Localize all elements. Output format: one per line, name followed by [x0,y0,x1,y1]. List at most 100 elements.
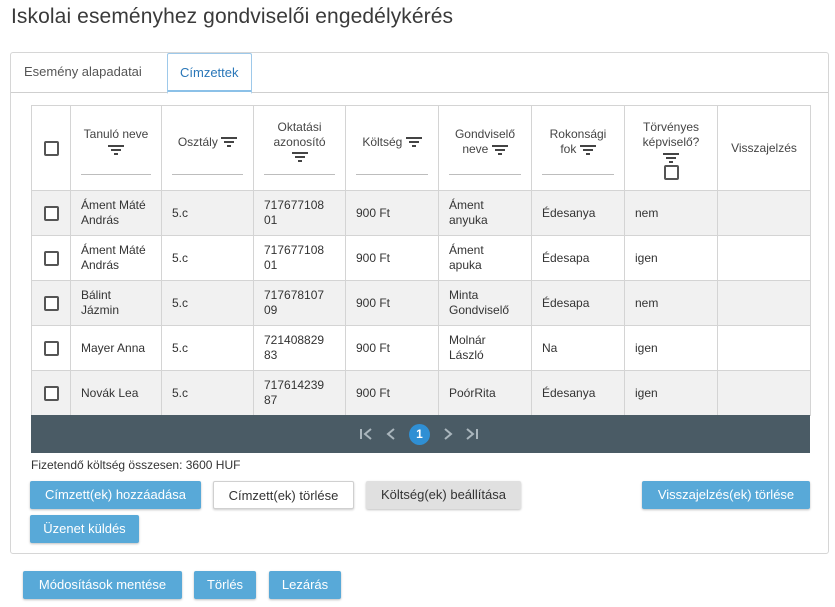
edu-id-line1: 717677108 [264,198,325,212]
class-cell: 5.c [161,235,254,281]
edu-id-cell: 717677108 01 [253,190,346,236]
edu-id-line1: 721408829 [264,333,325,347]
header-feedback-label: Visszajelzés [731,140,797,155]
feedback-cell [717,235,811,281]
student-name-cell: Áment Máté András [70,235,162,281]
close-button[interactable]: Lezárás [269,571,341,599]
feedback-cell [717,370,811,416]
tab-bar: Esemény alapadatai Címzettek [11,53,828,94]
delete-recipient-button[interactable]: Címzett(ek) törlése [213,481,354,509]
sort-icon[interactable] [405,136,422,148]
sort-icon[interactable] [663,152,679,164]
header-relation-line1: Rokonsági [549,127,607,141]
legal-rep-cell: nem [624,280,718,326]
table-row[interactable]: Mayer Anna 5.c 721408829 83 900 Ft Molnár… [31,325,811,371]
cost-cell: 900 Ft [345,280,439,326]
header-guardian-line2: neve [462,142,489,156]
guardian-cell: Molnár László [438,325,532,371]
tab-recipients[interactable]: Címzettek [167,53,252,94]
header-edu-id[interactable]: Oktatási azonosító [253,105,346,191]
sort-icon[interactable] [291,151,308,163]
guardian-line2: Gondviselő [449,303,510,317]
relation-cell: Édesapa [531,235,625,281]
row-checkbox-cell [31,370,71,416]
row-checkbox[interactable] [43,250,59,266]
first-page-icon[interactable] [359,427,373,441]
delete-button[interactable]: Törlés [194,571,256,599]
cost-cell: 900 Ft [345,190,439,236]
total-cost-text: Fizetendő költség összesen: 3600 HUF [31,458,241,472]
student-name-cell: Áment Máté András [70,190,162,236]
edu-id-cell: 717614239 87 [253,370,346,416]
guardian-cell: PoórRita [438,370,532,416]
sort-icon[interactable] [579,144,596,156]
edu-id-cell: 717677108 01 [253,235,346,281]
guardian-line2: apuka [449,258,482,272]
page-title: Iskolai eseményhez gondviselői engedélyk… [11,5,454,28]
edu-id-line1: 717678107 [264,288,325,302]
edu-id-line2: 09 [264,303,278,317]
guardian-line2: László [449,348,484,362]
tab-event-basics[interactable]: Esemény alapadatai [12,53,154,93]
sort-icon[interactable] [108,144,124,156]
delete-feedback-button[interactable]: Visszajelzés(ek) törlése [642,481,810,509]
guardian-line2: anyuka [449,213,488,227]
feedback-cell [717,325,811,371]
pagination-bar: 1 [31,415,810,453]
current-page-button[interactable]: 1 [409,424,430,445]
legal-rep-cell: nem [624,190,718,236]
table-row[interactable]: Bálint Jázmin 5.c 717678107 09 900 Ft Mint… [31,280,811,326]
student-name-cell: Novák Lea [70,370,162,416]
header-relation[interactable]: Rokonsági fok [531,105,625,191]
header-legal-line1: Törvényes [642,119,700,134]
student-name-line1: Áment Máté [81,243,146,257]
guardian-line1: Áment [449,243,484,257]
row-checkbox-cell [31,190,71,236]
edu-id-line1: 717614239 [264,378,325,392]
sort-icon[interactable] [221,136,238,148]
student-name-cell: Bálint Jázmin [70,280,162,326]
guardian-cell: Áment anyuka [438,190,532,236]
guardian-line1: Áment [449,198,484,212]
header-guardian-name[interactable]: Gondviselő neve [438,105,532,191]
edu-id-line2: 01 [264,213,278,227]
next-page-icon[interactable] [442,427,454,441]
student-name-line2: Jázmin [81,303,120,317]
guardian-line1: Minta [449,288,479,302]
legal-rep-filter-checkbox[interactable] [663,165,679,181]
header-edu-id-line1: Oktatási [277,119,322,134]
add-recipient-button[interactable]: Címzett(ek) hozzáadása [30,481,201,509]
edu-id-line1: 717677108 [264,243,325,257]
row-checkbox[interactable] [43,385,59,401]
last-page-icon[interactable] [465,427,479,441]
table-row[interactable]: Áment Máté András 5.c 717677108 01 900 Ft … [31,190,811,236]
student-name-line1: Novák Lea [81,385,139,400]
header-legal-line2: képviselő? [642,134,700,149]
feedback-cell [717,190,811,236]
cost-cell: 900 Ft [345,370,439,416]
header-cost[interactable]: Költség [345,105,439,191]
sort-icon[interactable] [491,144,508,156]
header-legal-rep[interactable]: Törvényes képviselő? [624,105,718,191]
row-checkbox[interactable] [43,295,59,311]
table-row[interactable]: Áment Máté András 5.c 717677108 01 900 Ft … [31,235,811,281]
row-checkbox[interactable] [43,340,59,356]
prev-page-icon[interactable] [385,427,397,441]
header-edu-id-line2: azonosító [273,134,326,149]
save-changes-button[interactable]: Módosítások mentése [23,571,182,599]
header-cost-label: Költség [362,134,403,149]
guardian-cell: Áment apuka [438,235,532,281]
table-row[interactable]: Novák Lea 5.c 717614239 87 900 Ft PoórRit… [31,370,811,416]
row-checkbox-cell [31,280,71,326]
row-checkbox[interactable] [43,205,59,221]
select-all-checkbox[interactable] [43,140,59,156]
edu-id-line2: 83 [264,348,278,362]
legal-rep-cell: igen [624,370,718,416]
class-cell: 5.c [161,280,254,326]
set-cost-button[interactable]: Költség(ek) beállítása [366,481,521,509]
guardian-line1: Molnár [449,333,486,347]
header-class[interactable]: Osztály [161,105,254,191]
send-message-button[interactable]: Üzenet küldés [30,515,139,543]
header-student-name[interactable]: Tanuló neve [70,105,162,191]
student-name-line1: Mayer Anna [81,340,146,355]
